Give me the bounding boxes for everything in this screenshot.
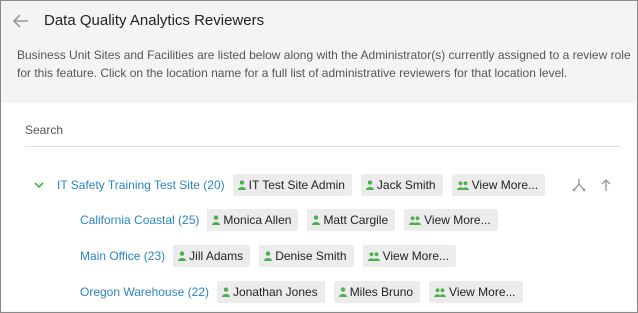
view-more-button[interactable]: View More... xyxy=(451,174,546,196)
person-icon xyxy=(264,251,273,261)
collapse-all-icon[interactable] xyxy=(571,177,587,193)
people-icon xyxy=(456,180,469,190)
people-icon xyxy=(409,215,422,225)
location-row: Oregon Warehouse (22) Jonathan Jones Mil… xyxy=(80,280,532,304)
view-more-button[interactable]: View More... xyxy=(429,281,523,303)
person-icon xyxy=(312,215,321,225)
reviewer-chip[interactable]: IT Test Site Admin xyxy=(232,174,352,196)
person-icon xyxy=(221,287,230,297)
person-icon xyxy=(365,180,374,190)
person-icon xyxy=(338,287,347,297)
reviewer-chip[interactable]: Denise Smith xyxy=(259,245,354,267)
reviewer-chip[interactable]: Monica Allen xyxy=(207,209,299,231)
reviewer-chip[interactable]: Jack Smith xyxy=(360,174,443,196)
window: Data Quality Analytics Reviewers Busines… xyxy=(0,0,638,313)
location-row: Main Office (23) Jill Adams Denise Smith… xyxy=(80,244,465,268)
reviewer-chip[interactable]: Miles Bruno xyxy=(333,281,421,303)
person-icon xyxy=(237,180,246,190)
location-link[interactable]: California Coastal (25) xyxy=(80,213,199,227)
people-icon xyxy=(434,287,447,297)
location-row: IT Safety Training Test Site (20) IT Tes… xyxy=(57,173,554,197)
chevron-down-icon[interactable] xyxy=(32,173,46,197)
reviewer-chip[interactable]: Jill Adams xyxy=(173,245,251,267)
reviewer-chip[interactable]: Jonathan Jones xyxy=(216,281,325,303)
location-link[interactable]: Oregon Warehouse (22) xyxy=(80,285,209,299)
reviewers-panel: IT Safety Training Test Site (20) IT Tes… xyxy=(2,103,636,311)
expand-all-icon[interactable] xyxy=(598,177,614,193)
page-header: Data Quality Analytics Reviewers Busines… xyxy=(2,2,636,103)
view-more-button[interactable]: View More... xyxy=(362,245,457,267)
people-icon xyxy=(367,251,380,261)
back-arrow-icon[interactable] xyxy=(11,11,31,31)
location-link[interactable]: Main Office (23) xyxy=(80,249,165,263)
search-input[interactable] xyxy=(25,113,619,147)
location-link[interactable]: IT Safety Training Test Site (20) xyxy=(57,178,225,192)
person-icon xyxy=(178,251,187,261)
reviewer-chip[interactable]: Matt Cargile xyxy=(307,209,396,231)
page-title: Data Quality Analytics Reviewers xyxy=(44,12,265,29)
location-row: California Coastal (25) Monica Allen Mat… xyxy=(80,208,507,232)
view-more-button[interactable]: View More... xyxy=(404,209,498,231)
person-icon xyxy=(212,215,221,225)
page-description: Business Unit Sites and Facilities are l… xyxy=(17,48,631,80)
